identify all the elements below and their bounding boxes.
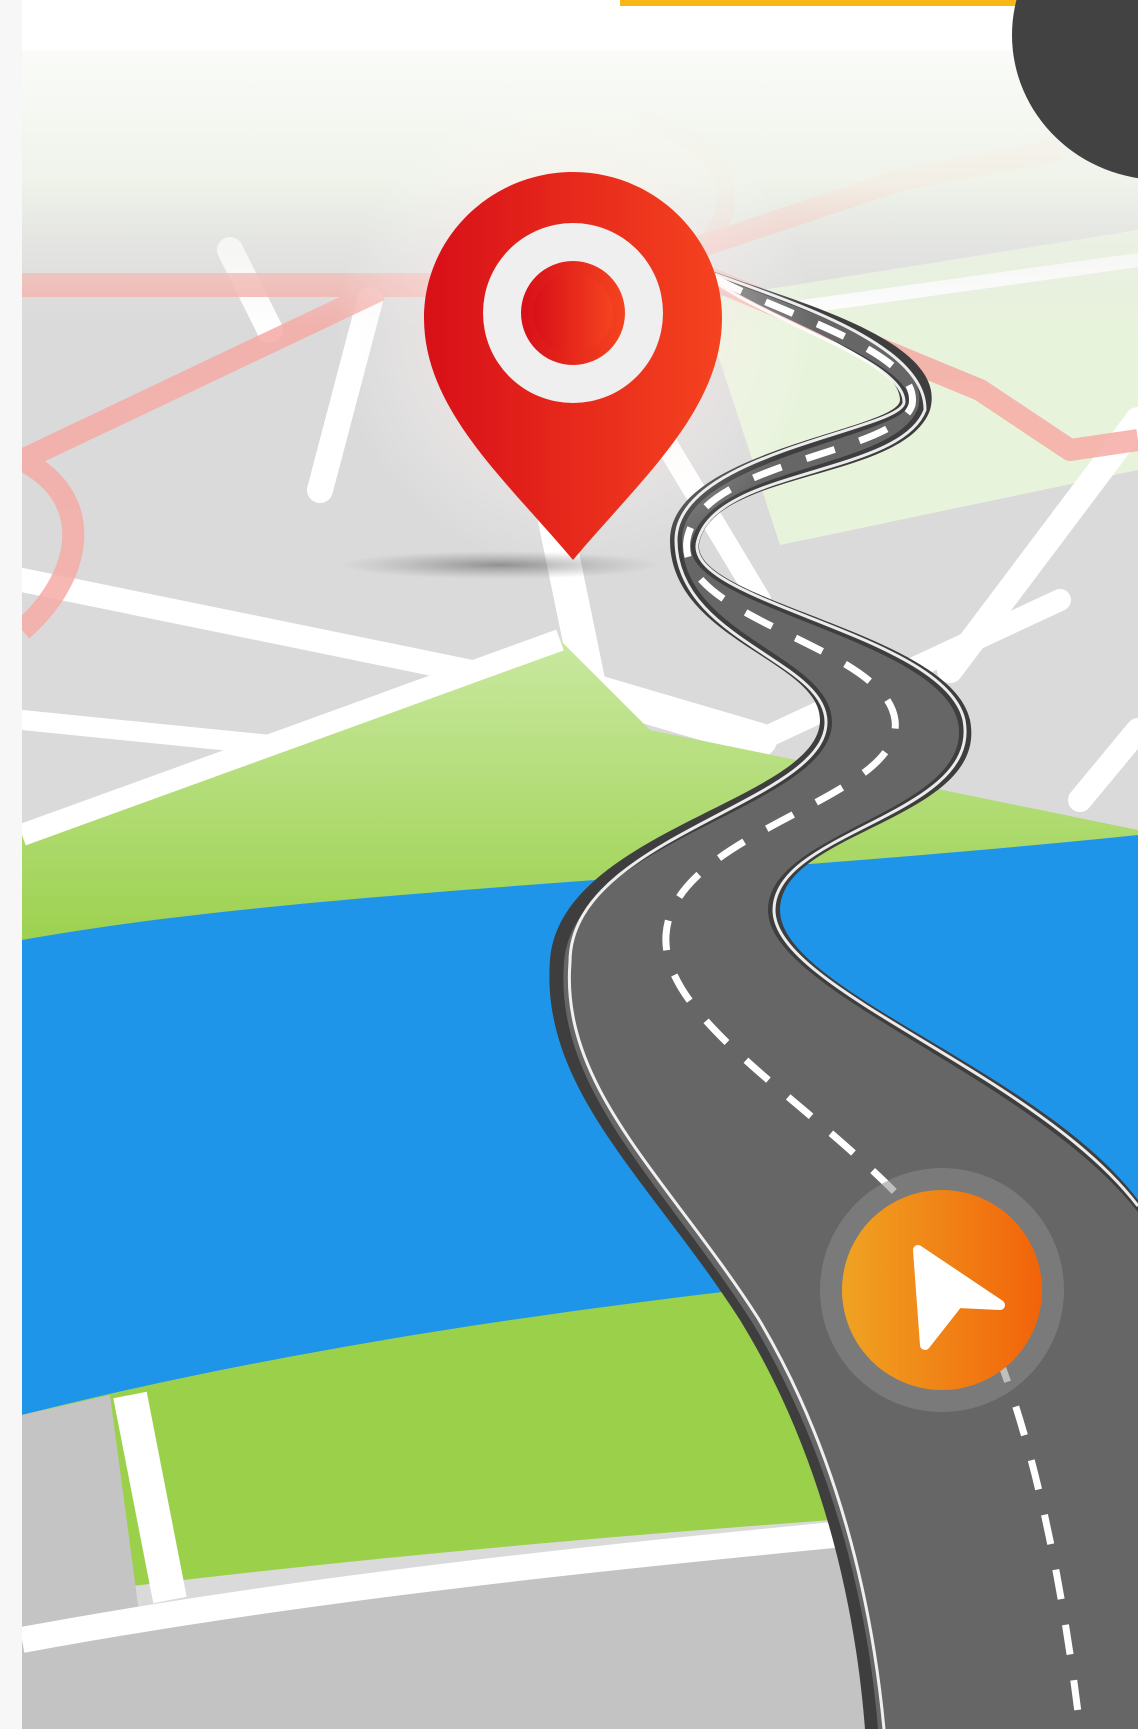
navigation-arrow-icon[interactable]: [820, 1168, 1064, 1412]
top-bar: [22, 0, 1138, 50]
accent-tab: [620, 0, 1020, 6]
pin-dot: [533, 273, 613, 353]
map-canvas: [0, 0, 1138, 1729]
pin-shadow: [340, 551, 660, 579]
map-illustration: [0, 0, 1138, 1729]
page-margin: [0, 0, 22, 1729]
